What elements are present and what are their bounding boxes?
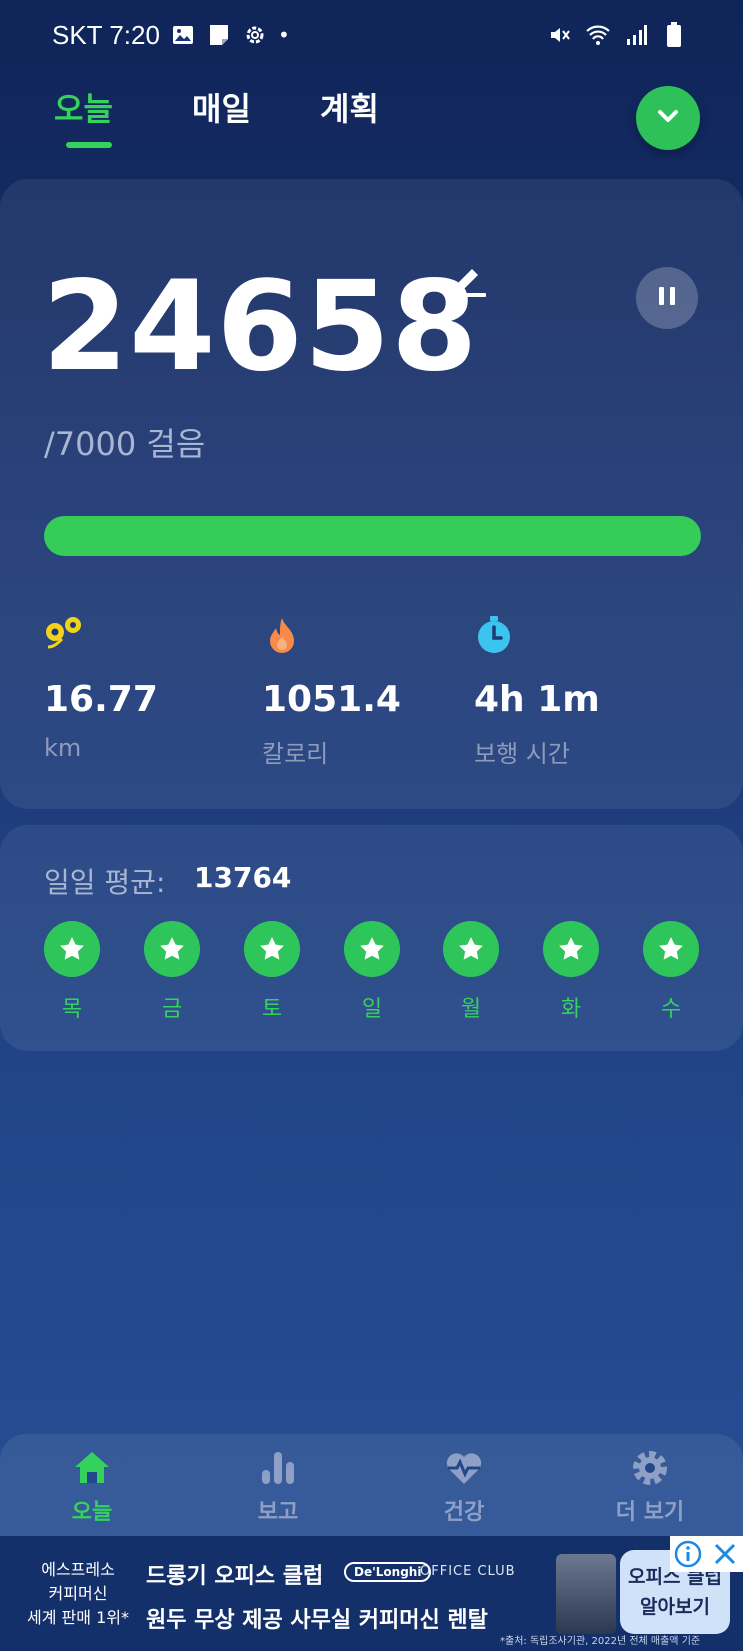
active-tab-indicator [66, 142, 112, 148]
step-goal: /7000 걸음 [44, 425, 206, 463]
ad-brand-logo: De'Longhi [344, 1562, 432, 1582]
bar-chart-icon [258, 1448, 298, 1488]
flame-icon [262, 615, 302, 655]
chevron-down-icon [653, 101, 683, 135]
today-summary-card: 24658 /7000 걸음 16.77 km 1051.4 칼로리 4h 1m… [0, 179, 743, 809]
day-label: 화 [560, 997, 582, 1022]
bottom-nav: 오늘 보고 건강 더 보기 [0, 1434, 743, 1536]
walk-time-value: 4h 1m [474, 679, 600, 720]
status-icons-left: • [170, 22, 290, 48]
daily-average-value: 13764 [194, 861, 292, 894]
distance-value: 16.77 [44, 679, 158, 720]
heart-pulse-icon [444, 1448, 484, 1488]
settings-icon [630, 1448, 670, 1488]
star-icon [144, 921, 200, 977]
ad-info-icon[interactable] [670, 1536, 706, 1572]
mute-icon [547, 22, 573, 48]
dropdown-button[interactable] [636, 86, 700, 150]
day-label: 토 [261, 997, 283, 1022]
calories-label: 칼로리 [262, 740, 329, 768]
nav-report[interactable]: 보고 [218, 1448, 338, 1526]
day-thursday[interactable]: 목 [44, 921, 100, 1023]
day-tuesday[interactable]: 화 [543, 921, 599, 1023]
step-progress-fill [44, 516, 701, 556]
daily-average-card: 일일 평균: 13764 목 금 토 일 월 화 수 [0, 825, 743, 1051]
tab-today[interactable]: 오늘 [54, 84, 113, 130]
ad-banner[interactable]: 에스프레소 커피머신 세계 판매 1위* 드롱기 오피스 클럽 De'Longh… [0, 1536, 743, 1651]
day-label: 월 [460, 997, 482, 1022]
tab-plan[interactable]: 계획 [320, 84, 379, 130]
status-time: SKT 7:20 [52, 20, 160, 50]
star-icon [543, 921, 599, 977]
day-sunday[interactable]: 일 [344, 921, 400, 1023]
step-count: 24658 [42, 255, 479, 399]
distance-label: km [44, 734, 82, 762]
star-icon [344, 921, 400, 977]
day-wednesday[interactable]: 수 [643, 921, 699, 1023]
ad-title: 드롱기 오피스 클럽 [146, 1564, 324, 1589]
nav-health[interactable]: 건강 [404, 1448, 524, 1526]
pause-button[interactable] [636, 267, 698, 329]
star-icon [643, 921, 699, 977]
stopwatch-icon [474, 615, 514, 655]
calories-value: 1051.4 [262, 679, 401, 720]
top-tabs: 오늘 매일 계획 [0, 80, 743, 160]
status-bar: SKT 7:20 • [0, 0, 743, 72]
star-icon [44, 921, 100, 977]
coffee-machine-image [556, 1554, 616, 1634]
ad-left-text: 에스프레소 커피머신 세계 판매 1위* [16, 1558, 140, 1630]
ad-left-line: 세계 판매 1위* [27, 1608, 129, 1627]
ad-cta-line: 알아보기 [640, 1596, 710, 1618]
home-icon [72, 1448, 112, 1488]
ad-close-icon[interactable] [706, 1536, 743, 1572]
day-label: 금 [161, 997, 183, 1022]
day-label: 목 [61, 997, 83, 1022]
ad-footnote: *출처: 독립조사기관, 2022년 전체 매출액 기준 [500, 1636, 701, 1647]
step-progress-bar [44, 516, 701, 556]
day-friday[interactable]: 금 [144, 921, 200, 1023]
gear-icon [242, 22, 268, 48]
note-icon [206, 22, 232, 48]
nav-label: 오늘 [71, 1500, 113, 1525]
ad-subtitle: 원두 무상 제공 사무실 커피머신 렌탈 [146, 1608, 488, 1633]
status-dot: • [278, 23, 290, 47]
battery-icon [661, 22, 687, 48]
tab-daily[interactable]: 매일 [192, 84, 251, 130]
stat-distance: 16.77 km [44, 615, 244, 762]
day-label: 일 [361, 997, 383, 1022]
distance-icon [44, 615, 84, 655]
daily-average-label: 일일 평균: [44, 866, 166, 899]
edit-icon[interactable] [448, 259, 488, 299]
image-icon [170, 22, 196, 48]
nav-label: 보고 [257, 1500, 299, 1525]
star-icon [443, 921, 499, 977]
status-icons-right [547, 22, 687, 48]
nav-more[interactable]: 더 보기 [590, 1448, 710, 1526]
ad-left-line: 커피머신 [48, 1584, 108, 1603]
walk-time-label: 보행 시간 [474, 740, 570, 768]
ad-left-line: 에스프레소 [41, 1560, 115, 1579]
day-label: 수 [660, 997, 682, 1022]
star-icon [244, 921, 300, 977]
nav-label: 더 보기 [615, 1500, 685, 1525]
stat-calories: 1051.4 칼로리 [262, 615, 462, 769]
pause-icon [656, 285, 678, 311]
stat-walk-time: 4h 1m 보행 시간 [474, 615, 674, 769]
nav-today[interactable]: 오늘 [32, 1448, 152, 1526]
day-saturday[interactable]: 토 [244, 921, 300, 1023]
nav-label: 건강 [443, 1500, 485, 1525]
wifi-icon [585, 22, 611, 48]
signal-icon [623, 22, 649, 48]
ad-brand-club: OFFICE CLUB [420, 1564, 516, 1579]
day-monday[interactable]: 월 [443, 921, 499, 1023]
